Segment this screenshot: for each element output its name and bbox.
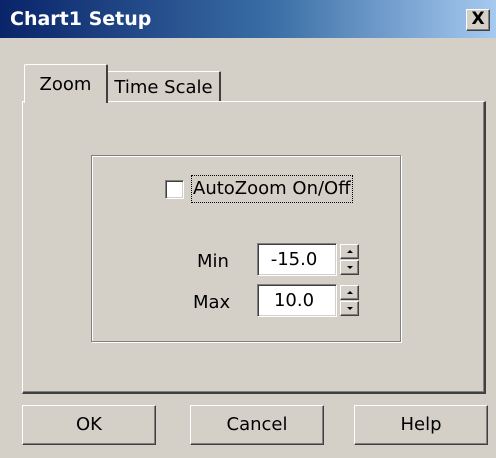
autozoom-label[interactable]: AutoZoom On/Off xyxy=(191,175,353,203)
min-spin-up-button[interactable] xyxy=(340,244,359,259)
min-spinner xyxy=(340,244,359,275)
arrow-up-icon xyxy=(347,291,353,294)
tab-time-scale-label: Time Scale xyxy=(114,77,213,98)
min-input[interactable] xyxy=(257,243,337,276)
ok-button[interactable]: OK xyxy=(22,405,156,445)
autozoom-checkbox[interactable] xyxy=(165,180,184,199)
tab-zoom-label: Zoom xyxy=(39,74,92,95)
max-spin-up-button[interactable] xyxy=(340,285,359,300)
setup-dialog: Chart1 Setup X Zoom Time Scale AutoZoom … xyxy=(0,0,496,458)
min-label: Min xyxy=(197,251,229,272)
title-bar[interactable]: Chart1 Setup X xyxy=(0,0,496,38)
max-label: Max xyxy=(193,292,231,313)
close-icon: X xyxy=(471,9,485,29)
tab-zoom[interactable]: Zoom xyxy=(24,64,108,103)
tab-time-scale[interactable]: Time Scale xyxy=(107,71,221,102)
cancel-button[interactable]: Cancel xyxy=(190,405,324,445)
arrow-up-icon xyxy=(347,250,353,253)
max-spin-down-button[interactable] xyxy=(340,301,359,316)
help-button[interactable]: Help xyxy=(354,405,488,445)
arrow-down-icon xyxy=(347,307,353,310)
window-title: Chart1 Setup xyxy=(10,8,152,30)
close-button[interactable]: X xyxy=(466,9,490,31)
max-input[interactable] xyxy=(257,284,337,317)
arrow-down-icon xyxy=(347,266,353,269)
max-spinner xyxy=(340,285,359,316)
min-spin-down-button[interactable] xyxy=(340,260,359,275)
